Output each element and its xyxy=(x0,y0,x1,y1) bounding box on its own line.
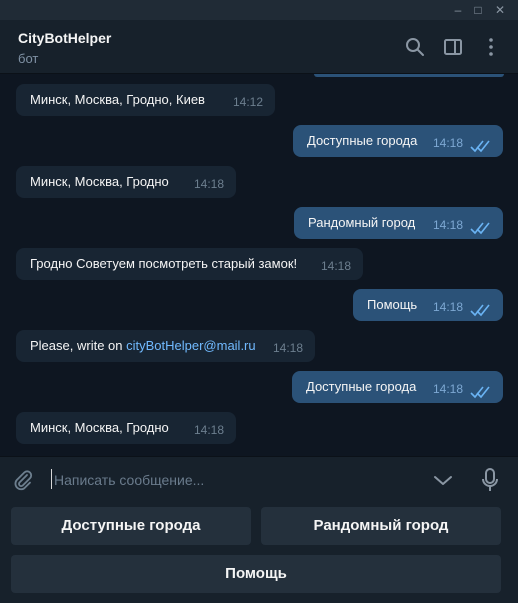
message-time: 14:18 xyxy=(432,218,463,232)
message-composer xyxy=(0,456,518,503)
email-link[interactable]: cityBotHelper@mail.ru xyxy=(126,338,256,353)
message-text-prefix: Please, write on xyxy=(30,338,127,353)
outgoing-message[interactable]: Доступные города 14:18 xyxy=(292,371,503,403)
double-check-icon xyxy=(470,140,490,153)
chat-header[interactable]: CityBotHelper бот xyxy=(0,20,518,74)
window-titlebar: – □ ✕ xyxy=(0,0,518,20)
more-vertical-icon[interactable] xyxy=(480,36,502,58)
message-time: 14:18 xyxy=(320,259,351,273)
sidebar-toggle-icon[interactable] xyxy=(442,36,464,58)
message-text: Доступные города xyxy=(307,133,418,148)
text-cursor xyxy=(51,469,52,489)
double-check-icon xyxy=(470,386,490,399)
double-check-icon xyxy=(470,304,490,317)
message-time: 14:18 xyxy=(432,136,463,150)
bot-keyboard: Доступные города Рандомный город Помощь xyxy=(0,502,518,603)
chevron-down-icon[interactable] xyxy=(432,469,454,491)
message-list[interactable]: Минск, Москва, Гродно, Киев 14:12 Доступ… xyxy=(0,74,518,456)
close-window-button[interactable]: ✕ xyxy=(492,2,508,18)
message-text: Рандомный город xyxy=(308,215,416,230)
chat-subtitle: бот xyxy=(18,51,39,66)
incoming-message[interactable]: Минск, Москва, Гродно 14:18 xyxy=(16,412,236,444)
double-check-icon xyxy=(470,222,490,235)
message-time: 14:18 xyxy=(432,300,463,314)
message-text: Минск, Москва, Гродно, Киев xyxy=(30,92,205,107)
message-text: Please, write on cityBotHelper@mail.ru xyxy=(30,330,256,362)
attach-icon[interactable] xyxy=(12,469,34,491)
outgoing-message[interactable]: Доступные города 14:18 xyxy=(293,125,503,157)
message-time: 14:18 xyxy=(432,382,463,396)
search-icon[interactable] xyxy=(404,36,426,58)
message-text: Гродно Советуем посмотреть старый замок! xyxy=(30,256,298,271)
microphone-icon[interactable] xyxy=(480,467,500,493)
outgoing-message[interactable]: Помощь 14:18 xyxy=(353,289,503,321)
incoming-message[interactable]: Минск, Москва, Гродно, Киев 14:12 xyxy=(16,84,275,116)
message-time: 14:18 xyxy=(193,423,224,437)
message-text: Помощь xyxy=(367,297,418,312)
message-text: Минск, Москва, Гродно xyxy=(30,420,169,435)
previous-message-edge xyxy=(314,74,504,77)
incoming-message[interactable]: Please, write on cityBotHelper@mail.ru 1… xyxy=(16,330,315,362)
message-time: 14:12 xyxy=(232,95,263,109)
message-time: 14:18 xyxy=(193,177,224,191)
minimize-button[interactable]: – xyxy=(450,2,466,18)
chat-title[interactable]: CityBotHelper xyxy=(18,30,111,46)
incoming-message[interactable]: Гродно Советуем посмотреть старый замок!… xyxy=(16,248,363,280)
message-text: Минск, Москва, Гродно xyxy=(30,174,169,189)
outgoing-message[interactable]: Рандомный город 14:18 xyxy=(294,207,503,239)
available-cities-button[interactable]: Доступные города xyxy=(11,507,251,545)
message-input[interactable] xyxy=(54,468,414,492)
incoming-message[interactable]: Минск, Москва, Гродно 14:18 xyxy=(16,166,236,198)
message-text: Доступные города xyxy=(306,379,417,394)
help-button[interactable]: Помощь xyxy=(11,555,501,593)
random-city-button[interactable]: Рандомный город xyxy=(261,507,501,545)
maximize-button[interactable]: □ xyxy=(470,2,486,18)
message-time: 14:18 xyxy=(272,341,303,355)
